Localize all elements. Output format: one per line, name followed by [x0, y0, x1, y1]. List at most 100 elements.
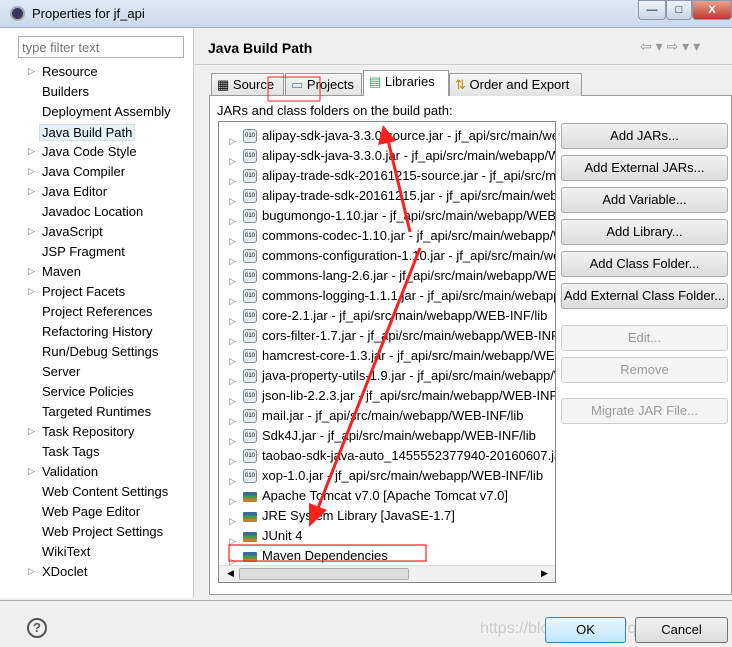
expand-icon[interactable]: ▷: [229, 191, 236, 211]
libraries-tree[interactable]: ▷ 010 alipay-sdk-java-3.3.0-source.jar - j…: [218, 121, 556, 583]
add-variable-button[interactable]: Add Variable...: [561, 187, 728, 213]
expand-icon[interactable]: ▷: [229, 171, 236, 191]
filter-input[interactable]: [18, 36, 184, 58]
add-library-button[interactable]: Add Library...: [561, 219, 728, 245]
jar-icon: 010: [243, 449, 257, 463]
expand-icon[interactable]: ▷: [229, 411, 236, 431]
nav-item[interactable]: Web Project Settings: [42, 524, 163, 539]
add-external-jars-button[interactable]: Add External JARs...: [561, 155, 728, 181]
remove-button[interactable]: Remove: [561, 357, 728, 383]
tab-source[interactable]: ▦ Source: [211, 73, 284, 96]
nav-item[interactable]: Java Build Path: [39, 124, 136, 141]
nav-item[interactable]: ▷ Maven: [28, 264, 81, 279]
nav-item-label: Java Code Style: [42, 144, 137, 159]
nav-item[interactable]: Web Content Settings: [42, 484, 168, 499]
expand-icon[interactable]: ▷: [28, 66, 35, 77]
add-class-folder-button[interactable]: Add Class Folder...: [561, 251, 728, 277]
library-entry-label: mail.jar - jf_api/src/main/webapp/WEB-IN…: [262, 408, 524, 423]
nav-item[interactable]: ▷ XDoclet: [28, 564, 88, 579]
scroll-right-icon[interactable]: ▶: [541, 568, 548, 579]
expand-icon[interactable]: ▷: [28, 186, 35, 197]
add-jars-button[interactable]: Add JARs...: [561, 123, 728, 149]
nav-item[interactable]: ▷ Java Code Style: [28, 144, 137, 159]
close-button[interactable]: X: [692, 0, 732, 20]
cancel-button[interactable]: Cancel: [635, 617, 728, 643]
nav-item[interactable]: Builders: [42, 84, 89, 99]
tab-projects[interactable]: ▭ Projects: [285, 73, 362, 96]
expand-icon[interactable]: ▷: [229, 451, 236, 471]
scrollbar-thumb[interactable]: [239, 568, 409, 580]
expand-icon[interactable]: ▷: [229, 471, 236, 491]
expand-icon[interactable]: ▷: [229, 131, 236, 151]
nav-item-label: WikiText: [42, 544, 91, 559]
library-entry-label: Maven Dependencies: [262, 548, 388, 563]
expand-icon[interactable]: ▷: [28, 226, 35, 237]
horizontal-scrollbar[interactable]: ◀ ▶: [219, 565, 555, 582]
expand-icon[interactable]: ▷: [28, 286, 35, 297]
nav-item[interactable]: ▷ Java Compiler: [28, 164, 125, 179]
expand-icon[interactable]: ▷: [229, 351, 236, 371]
library-entry-label: bugumongo-1.10.jar - jf_api/src/main/web…: [262, 208, 556, 223]
ok-button[interactable]: OK: [545, 617, 626, 643]
tab-libraries[interactable]: ▤ Libraries: [363, 70, 449, 96]
history-nav-arrows[interactable]: ⇦ ▾ ⇨ ▾ ▾: [640, 38, 700, 55]
expand-icon[interactable]: ▷: [229, 291, 236, 311]
nav-item[interactable]: Refactoring History: [42, 324, 153, 339]
nav-item[interactable]: ▷ Resource: [28, 64, 98, 79]
nav-item[interactable]: Targeted Runtimes: [42, 404, 151, 419]
nav-item[interactable]: WikiText: [42, 544, 90, 559]
expand-icon[interactable]: ▷: [28, 566, 35, 577]
expand-icon[interactable]: ▷: [229, 531, 236, 551]
nav-item[interactable]: ▷ Validation: [28, 464, 98, 479]
nav-item-label: Java Build Path: [42, 125, 133, 140]
expand-icon[interactable]: ▷: [229, 391, 236, 411]
jar-icon: 010: [243, 329, 257, 343]
expand-icon[interactable]: ▷: [28, 146, 35, 157]
nav-item-label: Task Repository: [42, 424, 135, 439]
nav-item[interactable]: Task Tags: [42, 444, 100, 459]
nav-item[interactable]: Web Page Editor: [42, 504, 140, 519]
help-icon[interactable]: ?: [27, 618, 47, 638]
expand-icon[interactable]: ▷: [229, 271, 236, 291]
order-icon: ⇅: [455, 77, 470, 92]
nav-item[interactable]: Service Policies: [42, 384, 134, 399]
expand-icon[interactable]: ▷: [28, 266, 35, 277]
expand-icon[interactable]: ▷: [229, 231, 236, 251]
expand-icon[interactable]: ▷: [229, 211, 236, 231]
expand-icon[interactable]: ▷: [229, 151, 236, 171]
expand-icon[interactable]: ▷: [28, 426, 35, 437]
tab-order-and-export[interactable]: ⇅ Order and Export: [449, 73, 582, 96]
nav-item[interactable]: ▷ Java Editor: [28, 184, 107, 199]
library-icon: ▤: [369, 74, 385, 89]
add-external-class-folder-button[interactable]: Add External Class Folder...: [561, 283, 728, 309]
expand-icon[interactable]: ▷: [229, 251, 236, 271]
nav-item[interactable]: ▷ Task Repository: [28, 424, 135, 439]
expand-icon[interactable]: ▷: [229, 331, 236, 351]
expand-icon[interactable]: ▷: [229, 511, 236, 531]
expand-icon[interactable]: ▷: [28, 466, 35, 477]
expand-icon[interactable]: ▷: [229, 491, 236, 511]
migrate-jar-file-button[interactable]: Migrate JAR File...: [561, 398, 728, 424]
nav-item[interactable]: Deployment Assembly: [42, 104, 171, 119]
library-entry-label: Sdk4J.jar - jf_api/src/main/webapp/WEB-I…: [262, 428, 536, 443]
nav-item[interactable]: ▷ Project Facets: [28, 284, 125, 299]
library-entry-label: JRE System Library [JavaSE-1.7]: [262, 508, 455, 523]
minimize-button[interactable]: —: [638, 0, 666, 20]
library-entry-label: alipay-trade-sdk-20161215.jar - jf_api/s…: [262, 188, 555, 203]
expand-icon[interactable]: ▷: [28, 166, 35, 177]
expand-icon[interactable]: ▷: [229, 431, 236, 451]
nav-item[interactable]: JSP Fragment: [42, 244, 125, 259]
expand-icon[interactable]: ▷: [229, 371, 236, 391]
expand-icon[interactable]: ▷: [229, 311, 236, 331]
jar-icon: 010: [243, 429, 257, 443]
nav-item[interactable]: Javadoc Location: [42, 204, 143, 219]
nav-item[interactable]: Project References: [42, 304, 153, 319]
jar-icon: 010: [243, 409, 257, 423]
edit-button[interactable]: Edit...: [561, 325, 728, 351]
jar-icon: 010: [243, 349, 257, 363]
nav-item[interactable]: ▷ JavaScript: [28, 224, 103, 239]
nav-item[interactable]: Run/Debug Settings: [42, 344, 158, 359]
maximize-button[interactable]: □: [666, 0, 692, 20]
nav-item[interactable]: Server: [42, 364, 80, 379]
scroll-left-icon[interactable]: ◀: [227, 568, 234, 579]
